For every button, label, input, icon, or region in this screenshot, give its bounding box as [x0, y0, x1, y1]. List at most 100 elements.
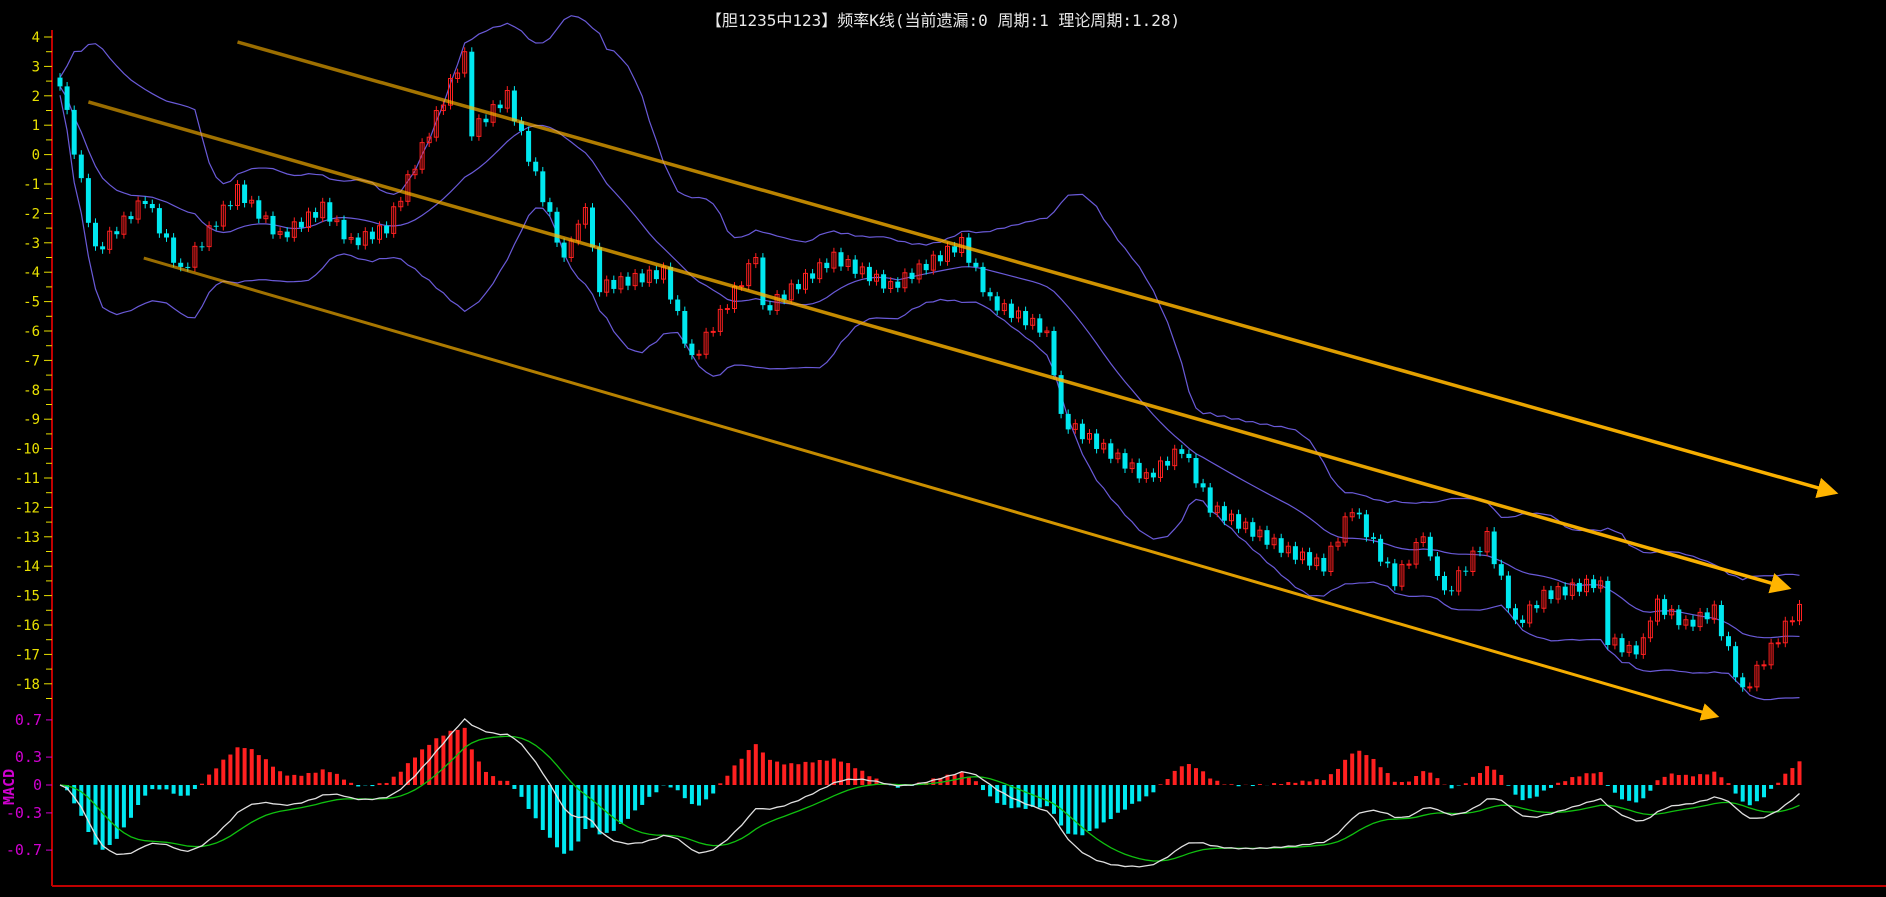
candle-body-down	[483, 118, 489, 123]
candle	[710, 326, 716, 337]
candle-body-down	[213, 225, 219, 227]
candle-body-down	[1591, 579, 1597, 589]
candle	[334, 215, 340, 227]
candle	[838, 247, 844, 271]
candle	[795, 279, 801, 294]
candle-body-down	[1548, 590, 1554, 600]
candle-body-down	[1385, 561, 1391, 564]
candle-body-down	[1278, 538, 1284, 553]
candle	[1619, 633, 1625, 657]
boll-upper	[59, 15, 1800, 581]
candle-body-down	[810, 273, 816, 279]
candle-body-down	[1264, 530, 1270, 545]
candle	[582, 203, 588, 229]
candle-body-down	[1442, 576, 1447, 591]
candle-body-down	[1576, 582, 1582, 592]
candle	[1307, 547, 1313, 571]
candle	[611, 275, 617, 294]
candle	[391, 202, 397, 238]
candle-body-up	[696, 353, 702, 356]
candle	[1300, 547, 1305, 565]
candle	[355, 233, 361, 250]
candle	[171, 233, 177, 268]
candle-body-down	[987, 292, 993, 297]
macd-tick-label: 0.7	[15, 711, 42, 729]
candle	[121, 211, 127, 239]
candle	[1420, 532, 1426, 547]
candle-body-down	[973, 262, 979, 267]
candle	[1690, 615, 1696, 632]
candle	[767, 300, 773, 315]
candle	[1505, 571, 1511, 613]
y-tick-label: -3	[23, 236, 40, 252]
candle	[235, 180, 240, 210]
candle	[1399, 560, 1405, 591]
candle	[618, 272, 624, 294]
candle	[1349, 508, 1355, 522]
candle-body-down	[1619, 638, 1625, 653]
candle	[1449, 585, 1455, 596]
candle	[114, 226, 120, 239]
candle-body-down	[185, 266, 191, 268]
candle	[540, 166, 546, 207]
candle	[263, 211, 269, 224]
candle	[405, 170, 411, 206]
candle	[1676, 605, 1682, 630]
candle	[256, 195, 262, 224]
candle-body-down	[1321, 557, 1327, 572]
candle-body-down	[590, 207, 595, 248]
candle-body-down	[1094, 433, 1100, 449]
candle	[85, 173, 91, 228]
frequency-k-line-chart: 4 3 2 1 0 -1 -2 -3 -4 -5 -6 -7 -8 -9 -10 -11 -12 -13 -14 -1…	[0, 15, 1886, 887]
candle-body-down	[1356, 512, 1362, 515]
candle	[604, 275, 610, 297]
candle-body-down	[866, 266, 872, 282]
candle	[1647, 616, 1653, 643]
candle	[64, 81, 70, 115]
candle-body-down	[1726, 636, 1731, 647]
boll-lower	[59, 95, 1800, 701]
candle	[916, 259, 922, 284]
candle	[419, 138, 425, 174]
candle	[1697, 607, 1703, 632]
candle	[682, 306, 688, 349]
candle	[675, 295, 681, 316]
candle	[1484, 527, 1490, 557]
candle	[1115, 448, 1121, 464]
candle-body-down	[1122, 453, 1128, 469]
candle	[156, 203, 162, 238]
candle	[1122, 448, 1128, 474]
candle	[646, 265, 652, 287]
candle	[1797, 600, 1802, 626]
candle-body-down	[895, 281, 901, 288]
candle	[1264, 525, 1270, 550]
candle	[1321, 553, 1327, 576]
candle	[362, 227, 368, 250]
candle-body-down	[1378, 538, 1384, 562]
y-tick-label: -10	[15, 442, 40, 458]
candle	[639, 269, 645, 287]
y-tick-label: -12	[15, 500, 40, 516]
candle	[1051, 326, 1057, 380]
candle-body-down	[64, 86, 70, 110]
candle	[1172, 444, 1178, 471]
candle-body-down	[1434, 556, 1440, 576]
candle	[1733, 641, 1739, 682]
candle	[306, 207, 311, 232]
candle	[930, 250, 936, 275]
candle	[504, 86, 510, 113]
candle	[824, 258, 830, 273]
candle-body-down	[838, 252, 844, 267]
candle	[1271, 533, 1277, 550]
candle-body-up	[1747, 686, 1753, 689]
candle-body-down	[142, 200, 148, 204]
candle	[1754, 660, 1760, 692]
candle	[1434, 551, 1440, 581]
candle	[1669, 605, 1675, 620]
candle	[1037, 313, 1043, 338]
candle-body-down	[227, 205, 233, 207]
candle	[135, 196, 141, 224]
candle	[327, 197, 333, 227]
y-tick-label: -9	[23, 412, 40, 428]
candle	[1179, 444, 1185, 459]
